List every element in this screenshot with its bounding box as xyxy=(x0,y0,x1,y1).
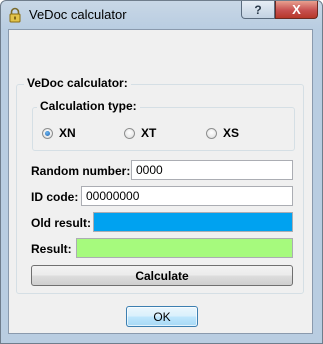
close-button[interactable]: X xyxy=(275,1,318,19)
radio-xs-indicator[interactable] xyxy=(206,127,217,139)
radio-xn[interactable]: XN xyxy=(42,126,76,140)
id-code-label: ID code: xyxy=(31,190,79,204)
result-field[interactable] xyxy=(76,238,293,258)
old-result-field[interactable] xyxy=(93,212,293,232)
radio-xt[interactable]: XT xyxy=(124,126,156,140)
help-button[interactable]: ? xyxy=(241,1,275,19)
radio-xs-label: XS xyxy=(223,126,240,140)
radio-xn-indicator[interactable] xyxy=(42,127,53,139)
random-number-input[interactable]: 0000 xyxy=(131,160,293,180)
id-code-input[interactable]: 00000000 xyxy=(81,186,293,206)
random-number-label: Random number: xyxy=(31,164,131,178)
radio-xs[interactable]: XS xyxy=(206,126,239,140)
main-group-label: VeDoc calculator: xyxy=(24,76,131,90)
calculation-type-label: Calculation type: xyxy=(37,99,140,113)
window-title: VeDoc calculator xyxy=(29,7,127,22)
calculate-button[interactable]: Calculate xyxy=(31,265,293,286)
ok-button[interactable]: OK xyxy=(126,306,198,327)
old-result-label: Old result: xyxy=(31,216,92,230)
lock-icon xyxy=(9,7,21,23)
radio-xt-label: XT xyxy=(141,126,157,140)
result-label: Result: xyxy=(31,242,72,256)
radio-xt-indicator[interactable] xyxy=(124,127,135,139)
radio-xn-label: XN xyxy=(59,126,76,140)
